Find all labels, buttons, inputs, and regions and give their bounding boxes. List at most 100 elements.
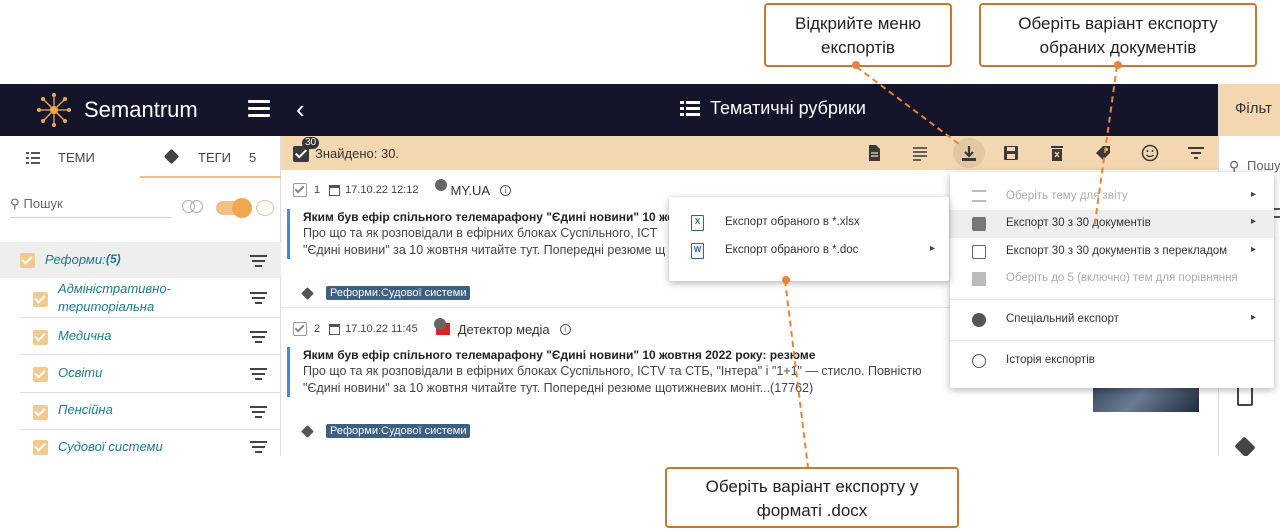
found-count: Знайдено: 30. xyxy=(315,146,400,161)
chevron-right-icon: ▸ xyxy=(1250,244,1256,255)
menu-item-compare-themes[interactable]: Оберіть до 5 (включно) тем для порівнянн… xyxy=(950,265,1274,293)
document-icon[interactable] xyxy=(1237,386,1253,406)
checkbox[interactable] xyxy=(33,330,48,345)
menu-divider xyxy=(950,299,1274,300)
checkbox[interactable] xyxy=(33,405,48,420)
tag-item-label: Пенсійна xyxy=(58,402,113,417)
save-icon[interactable] xyxy=(1002,144,1020,162)
globe-icon xyxy=(434,179,447,191)
tag-item-label: Освіти xyxy=(58,365,103,380)
document-text: Про що та як розповідали в ефірних блока… xyxy=(303,364,922,378)
list-icon xyxy=(972,190,986,202)
filter-icon[interactable] xyxy=(250,406,267,418)
filter-icon[interactable] xyxy=(250,292,267,304)
checkbox[interactable] xyxy=(20,253,35,268)
chevron-right-icon: ▸ xyxy=(929,243,935,254)
document-icon[interactable] xyxy=(865,144,883,162)
hamburger-menu-icon[interactable] xyxy=(248,100,270,120)
text-lines-icon[interactable] xyxy=(911,144,929,162)
document-source[interactable]: Детектор медіа xyxy=(458,322,550,337)
document-header: 2 17.10.22 11:45 Детектор медіа i xyxy=(293,318,571,339)
document-title[interactable]: Яким був ефір спільного телемарафону "Єд… xyxy=(303,347,1027,363)
document-snippet: Яким був ефір спільного телемарафону "Єд… xyxy=(287,347,1027,397)
document-number: 1 xyxy=(314,184,321,196)
menu-item-export-xlsx[interactable]: X Експорт обраного в *.xlsx xyxy=(669,209,949,237)
semantrum-logo-icon xyxy=(37,93,71,127)
menu-item-export-selected[interactable]: Експорт 30 з 30 документів ▸ xyxy=(950,210,1274,238)
menu-divider xyxy=(950,340,1274,341)
filter-search-input[interactable]: Пошу xyxy=(1247,158,1280,173)
tab-themes[interactable]: ТЕМИ xyxy=(26,150,95,165)
delete-icon[interactable] xyxy=(1048,144,1066,162)
document-checkbox[interactable] xyxy=(293,183,307,197)
callout-text: Оберіть варіант експорту обраних докумен… xyxy=(1018,14,1218,57)
page-title-text: Тематичні рубрики xyxy=(710,98,866,118)
results-toolbar: 30 Знайдено: 30. xyxy=(281,136,1218,170)
document-checkbox[interactable] xyxy=(293,322,307,336)
filter-tab[interactable]: Фільт xyxy=(1219,84,1280,136)
tag-group-reforms[interactable]: Реформи: (5) xyxy=(0,242,281,278)
chevron-right-icon: ▸ xyxy=(1250,216,1256,227)
menu-item-choose-theme[interactable]: Оберіть тему для звіту ▸ xyxy=(950,183,1274,211)
tag-chip[interactable]: Реформи:Судової системи xyxy=(326,286,471,300)
tag-group-count: (5) xyxy=(106,252,121,266)
search-icon: ⚲ xyxy=(10,196,20,211)
tag-icon xyxy=(163,148,180,165)
tag-group-label: Реформи: xyxy=(45,252,106,267)
filter-icon[interactable] xyxy=(1187,144,1205,162)
calendar-icon xyxy=(329,323,341,335)
tag-item[interactable]: Освіти xyxy=(20,355,281,393)
callout-text: Оберіть варіант експорту у форматі .docx xyxy=(705,477,919,520)
sidebar-search-input[interactable]: ⚲ Пошук xyxy=(10,196,172,218)
intersect-toggle-icon[interactable] xyxy=(182,200,204,214)
back-arrow-icon[interactable]: ‹ xyxy=(296,96,305,122)
tag-item[interactable]: Медична xyxy=(20,318,281,355)
menu-item-special-export[interactable]: Спеціальний експорт ▸ xyxy=(950,306,1274,334)
filter-icon[interactable] xyxy=(250,331,267,343)
tab-tags[interactable]: ТЕГИ 5 xyxy=(140,136,281,178)
callout-choose-selected-export: Оберіть варіант експорту обраних докумен… xyxy=(979,3,1257,67)
filter-icon[interactable] xyxy=(250,255,267,267)
top-bar: Semantrum ‹ Тематичні рубрики xyxy=(0,84,1218,136)
callout-text: Відкрийте меню експортів xyxy=(795,14,921,57)
filter-tab-label: Фільт xyxy=(1235,100,1273,117)
document-date: 17.10.22 11:45 xyxy=(345,323,418,335)
menu-item-export-translated[interactable]: Експорт 30 з 30 документів з перекладом … xyxy=(950,238,1274,266)
checkbox[interactable] xyxy=(33,292,48,307)
export-submenu: X Експорт обраного в *.xlsx W Експорт об… xyxy=(669,197,949,281)
calendar-icon xyxy=(329,184,341,196)
filter-icon[interactable] xyxy=(250,368,267,380)
tag-chip[interactable]: Реформи:Судової системи xyxy=(326,424,471,438)
globe-icon xyxy=(433,318,446,330)
export-download-icon[interactable] xyxy=(960,144,978,162)
tag-item[interactable]: Судової системи xyxy=(20,430,281,456)
tag-icon[interactable] xyxy=(1234,436,1256,456)
list-icon xyxy=(680,100,700,117)
union-toggle-icon[interactable] xyxy=(256,200,274,216)
translate-icon xyxy=(972,245,986,259)
checkbox-icon xyxy=(972,217,986,231)
tag-icon xyxy=(301,286,314,300)
chevron-right-icon: ▸ xyxy=(1250,312,1256,323)
brand-name: Semantrum xyxy=(84,97,198,122)
tab-tags-count: 5 xyxy=(249,150,257,165)
document-number: 2 xyxy=(314,323,321,335)
filter-icon[interactable] xyxy=(250,441,267,453)
tag-item-label: Медична xyxy=(58,328,112,343)
menu-item-export-doc[interactable]: W Експорт обраного в *.doc ▸ xyxy=(669,237,949,265)
info-icon[interactable]: i xyxy=(500,184,512,196)
bar-chart-icon xyxy=(972,272,986,286)
chevron-right-icon: ▸ xyxy=(1250,189,1256,200)
info-icon[interactable]: i xyxy=(559,323,571,335)
document-source[interactable]: MY.UA xyxy=(451,183,491,198)
checkbox[interactable] xyxy=(33,440,48,455)
checkbox[interactable] xyxy=(33,367,48,382)
lines-icon xyxy=(1273,208,1280,224)
mode-toggle-switch[interactable] xyxy=(216,198,252,218)
tag-item[interactable]: Пенсійна xyxy=(20,393,281,430)
tag-item[interactable]: Адміністративно-територіальна xyxy=(20,278,281,318)
menu-item-export-history[interactable]: Історія експортів xyxy=(950,347,1274,375)
sentiment-icon[interactable] xyxy=(1141,144,1159,162)
callout-open-export-menu: Відкрийте меню експортів xyxy=(764,3,952,67)
page-title: Тематичні рубрики xyxy=(680,98,866,119)
